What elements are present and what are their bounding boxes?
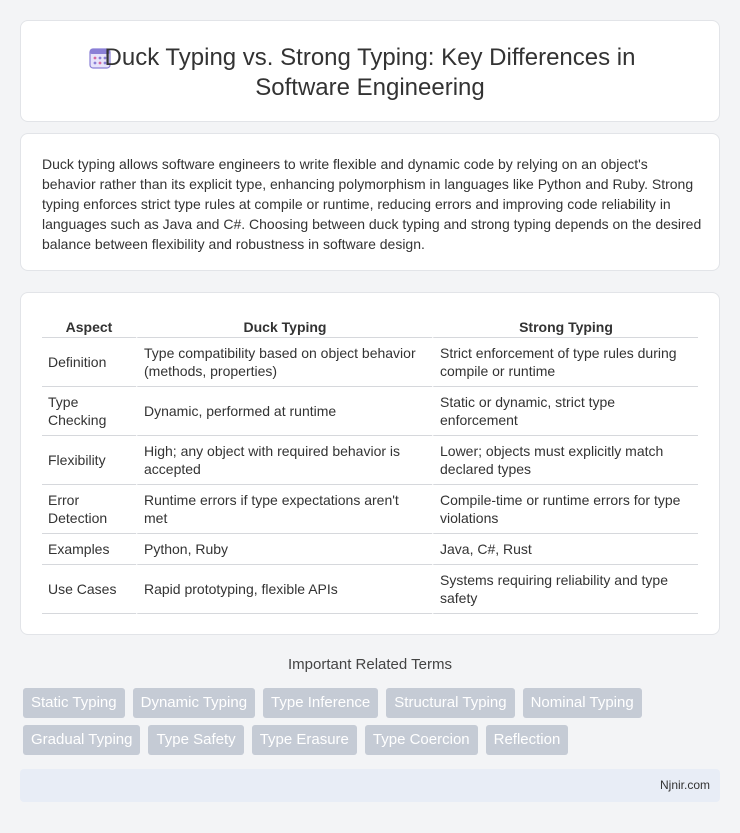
- cell-duck: Runtime errors if type expectations aren…: [136, 485, 432, 534]
- cell-duck: Python, Ruby: [136, 534, 432, 565]
- tag-structural-typing[interactable]: Structural Typing: [386, 688, 515, 718]
- tag-row-2: Gradual Typing Type Safety Type Erasure …: [23, 725, 723, 755]
- table-row: Flexibility High; any object with requir…: [42, 436, 698, 485]
- table-row: Error Detection Runtime errors if type e…: [42, 485, 698, 534]
- cell-aspect: Flexibility: [42, 436, 136, 485]
- comparison-table: Aspect Duck Typing Strong Typing Definit…: [42, 315, 698, 614]
- cell-aspect: Use Cases: [42, 565, 136, 614]
- table-row: Definition Type compatibility based on o…: [42, 338, 698, 387]
- header-aspect: Aspect: [42, 315, 136, 338]
- title-card: Duck Typing vs. Strong Typing: Key Diffe…: [20, 20, 720, 122]
- header-strong-typing: Strong Typing: [432, 315, 698, 338]
- table-row: Use Cases Rapid prototyping, flexible AP…: [42, 565, 698, 614]
- intro-card: Duck typing allows software engineers to…: [20, 133, 720, 271]
- cell-aspect: Error Detection: [42, 485, 136, 534]
- cell-strong: Strict enforcement of type rules during …: [432, 338, 698, 387]
- cell-strong: Java, C#, Rust: [432, 534, 698, 565]
- cell-duck: High; any object with required behavior …: [136, 436, 432, 485]
- cell-aspect: Examples: [42, 534, 136, 565]
- tag-type-safety[interactable]: Type Safety: [148, 725, 244, 755]
- tag-type-erasure[interactable]: Type Erasure: [251, 725, 357, 755]
- table-row: Type Checking Dynamic, performed at runt…: [42, 387, 698, 436]
- tag-type-coercion[interactable]: Type Coercion: [364, 725, 478, 755]
- tag-dynamic-typing[interactable]: Dynamic Typing: [132, 688, 256, 718]
- cell-strong: Lower; objects must explicitly match dec…: [432, 436, 698, 485]
- comparison-table-card: Aspect Duck Typing Strong Typing Definit…: [20, 292, 720, 635]
- tag-reflection[interactable]: Reflection: [485, 725, 569, 755]
- cell-duck: Dynamic, performed at runtime: [136, 387, 432, 436]
- tag-row-1: Static Typing Dynamic Typing Type Infere…: [23, 688, 723, 718]
- tag-gradual-typing[interactable]: Gradual Typing: [23, 725, 141, 755]
- intro-paragraph: Duck typing allows software engineers to…: [42, 156, 702, 252]
- page-title-line-1: Duck Typing vs. Strong Typing: Key Diffe…: [104, 44, 636, 71]
- table-row: Examples Python, Ruby Java, C#, Rust: [42, 534, 698, 565]
- footer-site-link[interactable]: Njnir.com: [660, 778, 710, 792]
- related-terms-title: Important Related Terms: [288, 656, 452, 673]
- cell-aspect: Definition: [42, 338, 136, 387]
- related-terms-tags: Static Typing Dynamic Typing Type Infere…: [23, 688, 723, 762]
- header-duck-typing: Duck Typing: [136, 315, 432, 338]
- table-header-row: Aspect Duck Typing Strong Typing: [42, 315, 698, 338]
- page-title: Duck Typing vs. Strong Typing: Key Diffe…: [21, 43, 719, 103]
- cell-duck: Rapid prototyping, flexible APIs: [136, 565, 432, 614]
- page-title-line-2: Software Engineering: [255, 74, 485, 101]
- cell-aspect: Type Checking: [42, 387, 136, 436]
- cell-duck: Type compatibility based on object behav…: [136, 338, 432, 387]
- cell-strong: Compile-time or runtime errors for type …: [432, 485, 698, 534]
- tag-nominal-typing[interactable]: Nominal Typing: [522, 688, 642, 718]
- tag-static-typing[interactable]: Static Typing: [23, 688, 125, 718]
- footer: Njnir.com: [20, 769, 720, 802]
- tag-type-inference[interactable]: Type Inference: [263, 688, 379, 718]
- cell-strong: Static or dynamic, strict type enforceme…: [432, 387, 698, 436]
- cell-strong: Systems requiring reliability and type s…: [432, 565, 698, 614]
